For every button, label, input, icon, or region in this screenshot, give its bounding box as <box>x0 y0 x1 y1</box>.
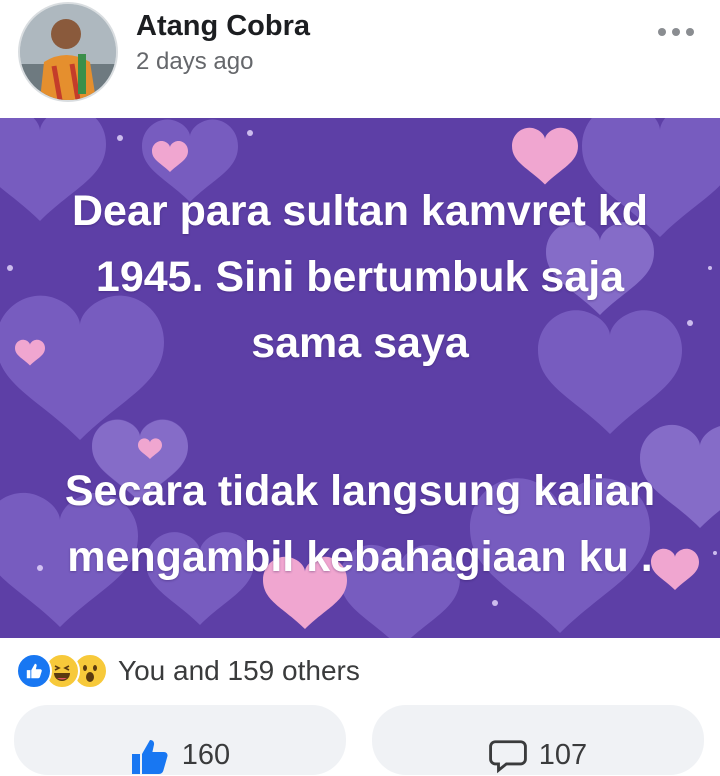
like-count: 160 <box>181 738 231 771</box>
like-button[interactable]: 160 <box>14 705 346 775</box>
more-options-button[interactable] <box>658 20 698 44</box>
reactions-summary[interactable]: You and 159 others <box>16 648 360 694</box>
more-dot-icon <box>672 28 680 36</box>
post-timestamp[interactable]: 2 days ago <box>136 48 253 76</box>
author-avatar[interactable] <box>18 2 118 102</box>
like-icon <box>16 653 52 689</box>
author-name[interactable]: Atang Cobra <box>136 10 310 43</box>
post-text-line: mengambil kebahagiaan ku . <box>67 533 653 581</box>
avatar-photo <box>20 4 116 100</box>
reactions-summary-text[interactable]: You and 159 others <box>118 655 360 687</box>
comment-count: 107 <box>538 738 588 771</box>
more-dot-icon <box>658 28 666 36</box>
post-text-paragraph-1: Dear para sultan kamvret kd 1945. Sini b… <box>10 178 710 376</box>
comment-button[interactable]: 107 <box>372 705 704 775</box>
thumbs-up-icon <box>131 740 168 774</box>
post-text-line: Dear para sultan kamvret kd <box>72 187 648 235</box>
post-text-line: 1945. Sini bertumbuk saja <box>95 253 625 301</box>
post-text-line: Secara tidak langsung kalian <box>64 467 656 515</box>
post-header: Atang Cobra 2 days ago <box>0 0 720 118</box>
post-text-paragraph-2: Secara tidak langsung kalian mengambil k… <box>10 458 710 590</box>
post-text-line: sama saya <box>251 319 469 367</box>
post-content[interactable]: Dear para sultan kamvret kd 1945. Sini b… <box>0 118 720 638</box>
comment-icon <box>488 740 527 774</box>
more-dot-icon <box>686 28 694 36</box>
